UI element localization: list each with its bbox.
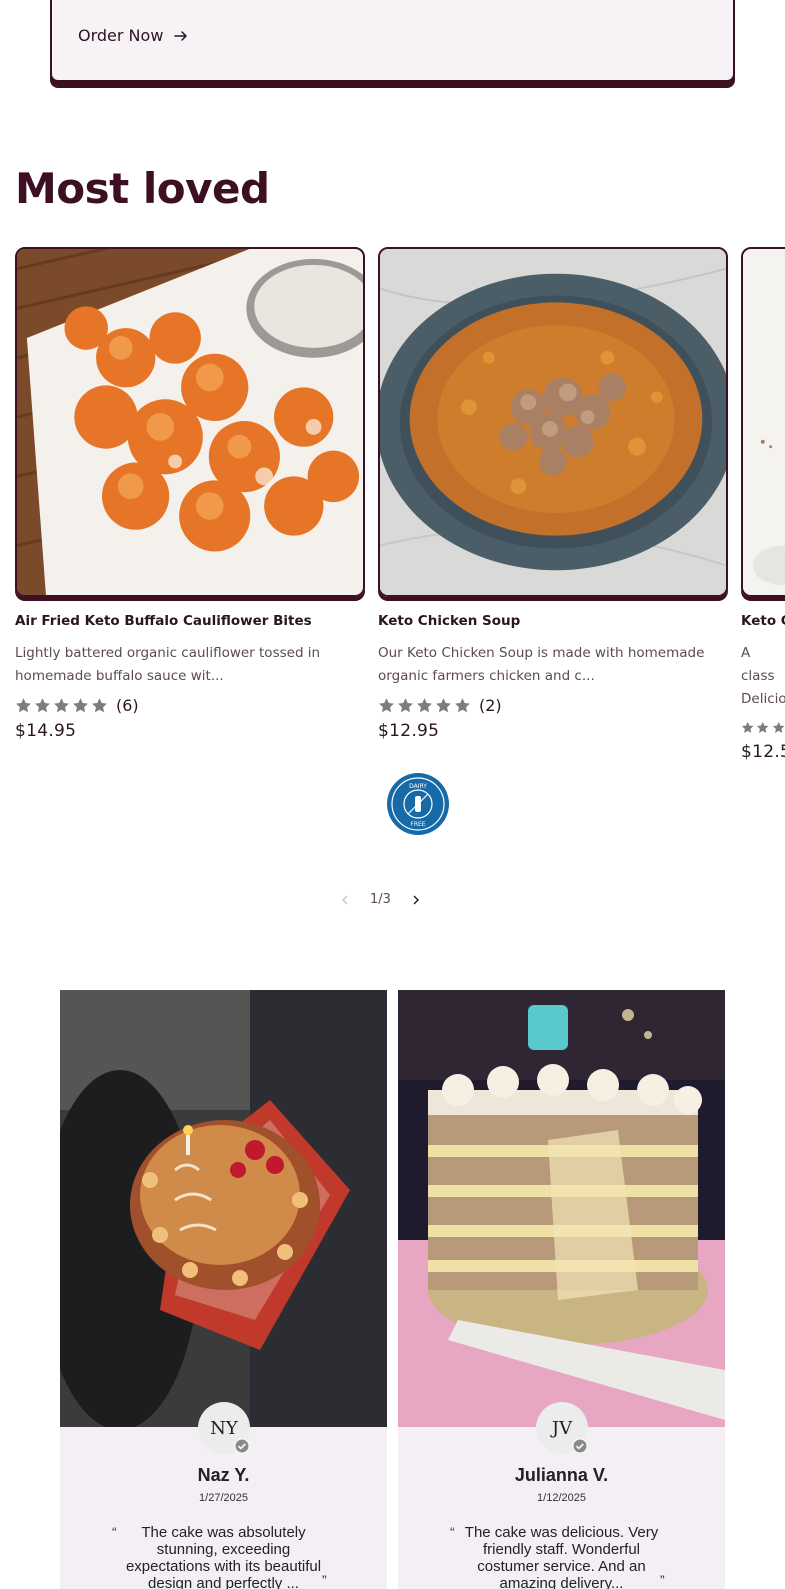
open-quote: “ bbox=[450, 1524, 455, 1540]
verified-check-icon bbox=[572, 1438, 588, 1454]
featured-card: Order Now bbox=[50, 0, 735, 82]
product-name[interactable]: Keto Chicken Soup bbox=[378, 613, 728, 629]
review-date: 1/12/2025 bbox=[537, 1492, 586, 1504]
product-rating: (6) bbox=[15, 696, 365, 715]
review-text: The cake was absolutely stunning, exceed… bbox=[125, 1524, 322, 1589]
star-icon bbox=[772, 721, 785, 733]
product-image-chicken-soup[interactable] bbox=[378, 247, 728, 597]
dairy-free-badge: DAIRY FREE bbox=[387, 773, 449, 835]
star-icon bbox=[398, 698, 413, 713]
star-icon bbox=[92, 698, 107, 713]
star-icon bbox=[16, 698, 31, 713]
reviewer-name: Naz Y. bbox=[197, 1465, 250, 1485]
star-icon bbox=[741, 721, 754, 733]
review-date: 1/27/2025 bbox=[199, 1492, 248, 1504]
star-icon bbox=[455, 698, 470, 713]
product-rating: (2) bbox=[378, 696, 728, 715]
product-card[interactable]: Air Fried Keto Buffalo Cauliflower Bites… bbox=[15, 247, 365, 741]
close-quote: ” bbox=[660, 1572, 665, 1588]
chevron-right-icon[interactable] bbox=[409, 893, 423, 907]
carousel-pager: 1/3 bbox=[338, 892, 423, 907]
product-price: $12.95 bbox=[378, 721, 440, 741]
star-icon bbox=[35, 698, 50, 713]
product-rating bbox=[741, 719, 785, 736]
review-photo-birthday-cake[interactable] bbox=[60, 990, 387, 1427]
badge-top-text: DAIRY bbox=[409, 783, 427, 790]
arrow-right-icon bbox=[174, 30, 188, 41]
avatar-initials: JV bbox=[551, 1417, 573, 1439]
star-icon bbox=[379, 698, 394, 713]
close-quote: ” bbox=[322, 1572, 327, 1588]
review-count: (6) bbox=[116, 696, 139, 715]
product-card[interactable]: Keto Chicken Soup Our Keto Chicken Soup … bbox=[378, 247, 728, 741]
badge-bottom-text: FREE bbox=[410, 821, 425, 828]
verified-check-icon bbox=[234, 1438, 250, 1454]
product-image-cauliflower[interactable] bbox=[15, 247, 365, 597]
reviewer-avatar: NY bbox=[198, 1402, 250, 1454]
star-icon bbox=[757, 721, 769, 733]
avatar-initials: NY bbox=[210, 1417, 238, 1439]
product-price: $12.5 bbox=[741, 742, 785, 762]
section-title: Most loved bbox=[15, 164, 270, 213]
review-photo-layer-cake[interactable] bbox=[398, 990, 725, 1427]
order-now-button[interactable]: Order Now bbox=[78, 26, 189, 45]
review-card[interactable]: NY Naz Y. 1/27/2025 “ The cake was absol… bbox=[60, 990, 387, 1589]
product-price: $14.95 bbox=[15, 721, 77, 741]
product-card[interactable]: Keto C A class Delicio $12.5 bbox=[741, 247, 785, 762]
product-description: A class Delicio bbox=[741, 645, 785, 707]
star-icon bbox=[54, 698, 69, 713]
review-card[interactable]: JV Julianna V. 1/12/2025 “ The cake was … bbox=[398, 990, 725, 1589]
review-text: The cake was delicious. Very friendly st… bbox=[464, 1524, 659, 1589]
reviewer-name: Julianna V. bbox=[514, 1465, 609, 1485]
chevron-left-icon[interactable] bbox=[338, 893, 352, 907]
product-description: Lightly battered organic cauliflower tos… bbox=[15, 645, 321, 684]
star-icon bbox=[417, 698, 432, 713]
product-name[interactable]: Air Fried Keto Buffalo Cauliflower Bites bbox=[15, 613, 365, 629]
product-name[interactable]: Keto C bbox=[741, 613, 785, 629]
reviewer-avatar: JV bbox=[536, 1402, 588, 1454]
star-icon bbox=[73, 698, 88, 713]
product-description: Our Keto Chicken Soup is made with homem… bbox=[378, 645, 705, 684]
order-now-label: Order Now bbox=[78, 26, 164, 45]
product-image-partial[interactable] bbox=[741, 247, 785, 597]
review-count: (2) bbox=[479, 696, 502, 715]
open-quote: “ bbox=[112, 1524, 117, 1540]
pager-text: 1/3 bbox=[370, 892, 391, 907]
star-icon bbox=[436, 698, 451, 713]
